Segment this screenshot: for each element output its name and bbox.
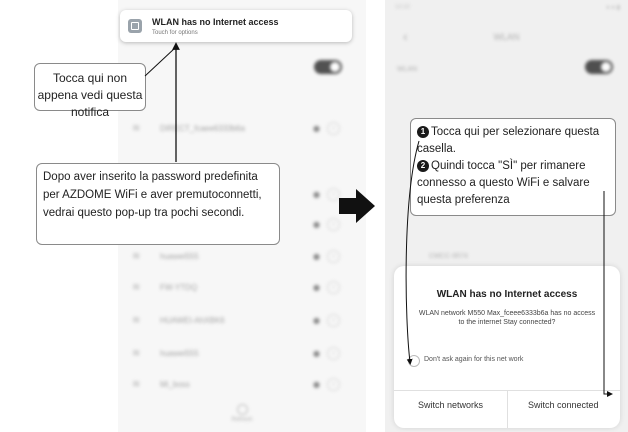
pointer-line-switch-connected [603, 191, 613, 397]
pointer-line-callout1 [144, 47, 176, 77]
transition-arrow [339, 189, 375, 223]
pointer-line-checkbox [405, 140, 420, 365]
annotation-overlay [144, 42, 613, 397]
